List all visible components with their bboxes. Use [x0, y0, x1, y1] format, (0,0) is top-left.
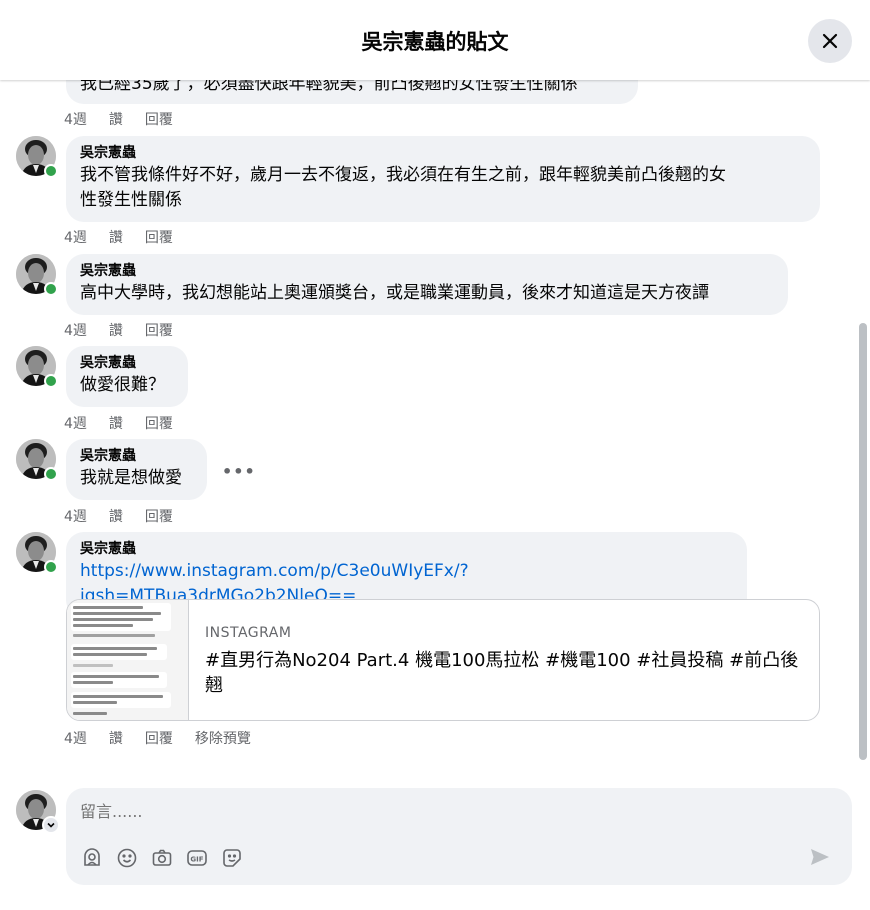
link-preview-card[interactable]: INSTAGRAM #直男行為No204 Part.4 機電100馬拉松 #機電…: [66, 599, 820, 721]
reply-link[interactable]: 回覆: [145, 509, 173, 525]
camera-icon[interactable]: [150, 846, 174, 870]
close-icon: [822, 33, 838, 49]
comment-actions: 4週 讚 回覆: [64, 413, 195, 433]
comment-time[interactable]: 4週: [64, 112, 87, 128]
online-status-dot: [44, 467, 58, 481]
close-button[interactable]: [808, 19, 852, 63]
reply-link[interactable]: 回覆: [145, 731, 173, 747]
sticker-icon[interactable]: [220, 846, 244, 870]
svg-text:GIF: GIF: [190, 856, 203, 864]
comments-feed[interactable]: 我已經35歲了，必須盡快跟年輕貌美，前凸後翹的女性發生性關係 4週讚回覆 吳宗憲…: [0, 0, 870, 770]
comment-bubble: 吳宗憲蟲 高中大學時，我幻想能站上奧運頒獎台，或是職業運動員，後來才知道這是天方…: [66, 254, 788, 315]
link-preview-title[interactable]: #直男行為No204 Part.4 機電100馬拉松 #機電100 #社員投稿 …: [205, 648, 805, 698]
dialog-title: 吳宗憲蟲的貼文: [361, 30, 509, 54]
online-status-dot: [44, 282, 58, 296]
emoji-icon[interactable]: [115, 846, 139, 870]
dialog-header: 吳宗憲蟲的貼文: [0, 0, 870, 80]
like-link[interactable]: 讚: [109, 731, 123, 747]
like-link[interactable]: 讚: [109, 416, 123, 432]
comment-text-line: 我不管我條件好不好，歲月一去不復返，我必須在有生之前，跟年輕貌美前凸後翹的女: [80, 165, 726, 185]
comment-actions: 4週 讚 回覆: [64, 506, 195, 526]
comment-author[interactable]: 吳宗憲蟲: [80, 262, 774, 281]
more-options-icon[interactable]: •••: [222, 462, 256, 481]
like-link[interactable]: 讚: [109, 323, 123, 339]
comment-text-line: 性發生性關係: [80, 190, 182, 210]
link-preview-thumbnail: [67, 600, 189, 720]
comment-time[interactable]: 4週: [64, 323, 87, 339]
comment-actions: 4週 讚 回覆: [64, 320, 195, 340]
comment-author[interactable]: 吳宗憲蟲: [80, 144, 806, 163]
comment-input[interactable]: [80, 802, 780, 821]
gif-icon[interactable]: GIF: [185, 846, 209, 870]
remove-preview-link[interactable]: 移除預覽: [195, 731, 251, 747]
comment-time[interactable]: 4週: [64, 509, 87, 525]
comment-time[interactable]: 4週: [64, 731, 87, 747]
comment-author[interactable]: 吳宗憲蟲: [80, 540, 733, 559]
online-status-dot: [44, 164, 58, 178]
comment-composer: GIF: [66, 788, 852, 885]
avatar-sticker-icon[interactable]: [80, 846, 104, 870]
comment-bubble: 吳宗憲蟲 我不管我條件好不好，歲月一去不復返，我必須在有生之前，跟年輕貌美前凸後…: [66, 136, 820, 222]
reply-link[interactable]: 回覆: [145, 416, 173, 432]
comment-author[interactable]: 吳宗憲蟲: [80, 447, 193, 466]
comment-actions: 4週 讚 回覆: [64, 227, 195, 247]
like-link[interactable]: 讚: [109, 112, 123, 128]
online-status-dot: [44, 560, 58, 574]
comment-actions: 4週 讚 回覆 移除預覽: [64, 728, 273, 748]
comment-time[interactable]: 4週: [64, 230, 87, 246]
reply-link[interactable]: 回覆: [145, 323, 173, 339]
comment-text-line: 做愛很難？: [80, 375, 165, 395]
comment-actions: 4週 讚 回覆: [64, 109, 195, 129]
post-dialog: 我已經35歲了，必須盡快跟年輕貌美，前凸後翹的女性發生性關係 4週讚回覆 吳宗憲…: [0, 0, 870, 910]
comment-author[interactable]: 吳宗憲蟲: [80, 354, 174, 373]
comment-time[interactable]: 4週: [64, 416, 87, 432]
link-preview-source: INSTAGRAM: [205, 625, 292, 641]
like-link[interactable]: 讚: [109, 509, 123, 525]
reply-link[interactable]: 回覆: [145, 112, 173, 128]
like-link[interactable]: 讚: [109, 230, 123, 246]
chevron-down-icon[interactable]: [42, 816, 60, 834]
scrollbar-thumb[interactable]: [859, 323, 867, 760]
comment-text-line: 我就是想做愛: [80, 468, 182, 488]
reply-link[interactable]: 回覆: [145, 230, 173, 246]
comment-bubble: 吳宗憲蟲 我就是想做愛: [66, 439, 207, 500]
online-status-dot: [44, 374, 58, 388]
comment-bubble: 吳宗憲蟲 做愛很難？: [66, 346, 188, 407]
send-icon[interactable]: [808, 845, 834, 871]
comment-text-line: 高中大學時，我幻想能站上奧運頒獎台，或是職業運動員，後來才知道這是天方夜譚: [80, 283, 709, 303]
